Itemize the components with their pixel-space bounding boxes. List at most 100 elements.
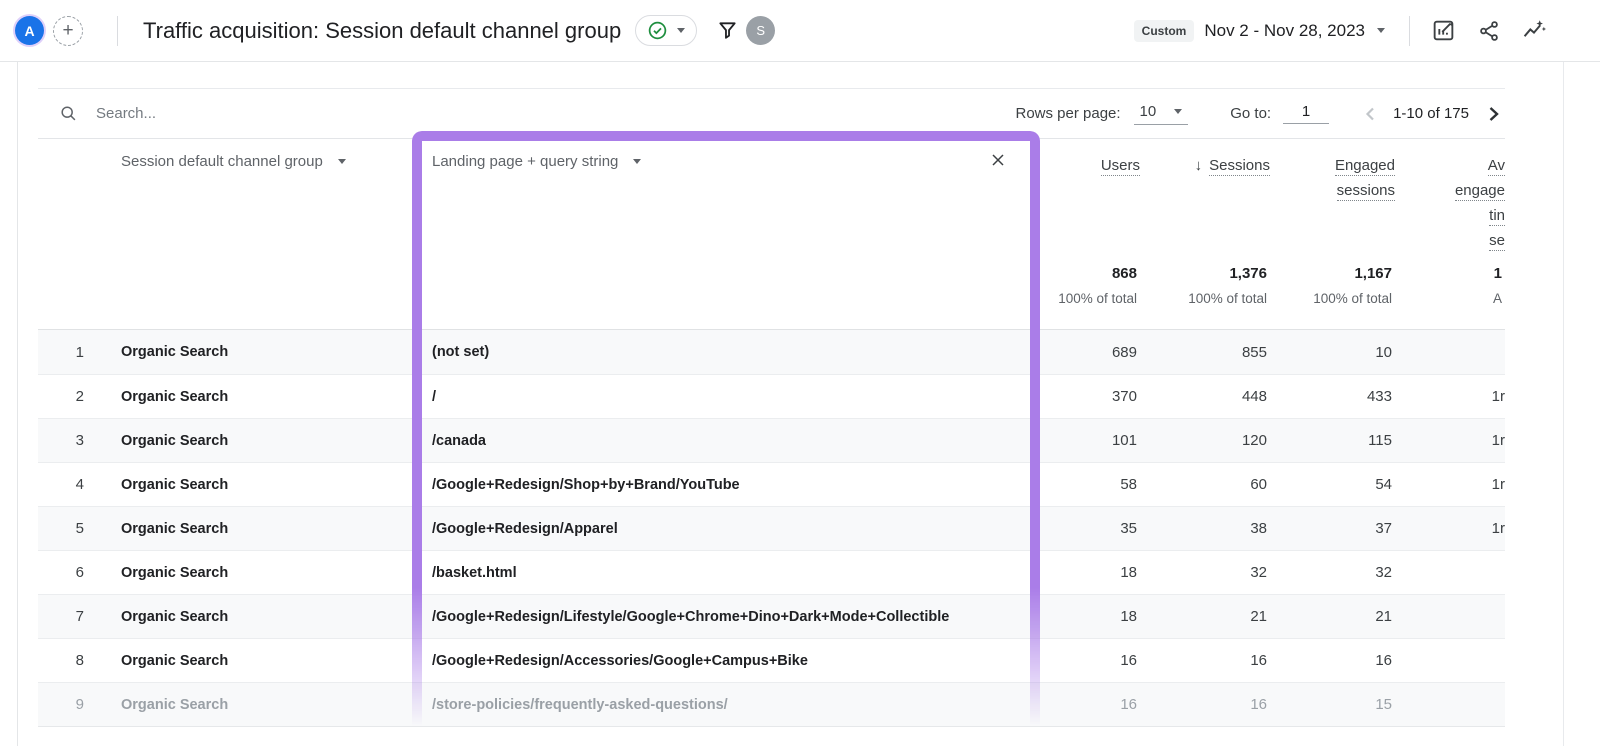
date-range-selector[interactable]: Nov 2 - Nov 28, 2023	[1204, 21, 1385, 41]
table-row: 5 Organic Search /Google+Redesign/Appare…	[38, 506, 1505, 550]
cell-users: 16	[1120, 652, 1137, 669]
row-number: 1	[75, 343, 84, 361]
row-number: 3	[75, 432, 84, 449]
chevron-right-icon	[1489, 106, 1499, 121]
avatar[interactable]: A	[15, 16, 44, 45]
rows-per-page-select[interactable]: 10	[1133, 102, 1189, 125]
column-header-avg-engagement-time-cutoff[interactable]: Av engage tin se	[1395, 153, 1505, 253]
ga4-report-page: A + Traffic acquisition: Session default…	[0, 0, 1600, 746]
table-row: 2 Organic Search / 370 448 433 1r	[38, 374, 1505, 418]
row-number: 6	[75, 564, 84, 581]
cell-channel-group: Organic Search	[121, 608, 229, 625]
cell-users: 18	[1120, 608, 1137, 625]
cell-channel-group: Organic Search	[121, 476, 229, 493]
row-number: 4	[75, 476, 84, 493]
column-header-landing-page[interactable]: Landing page + query string	[432, 153, 642, 170]
cell-users: 101	[1111, 432, 1137, 449]
remove-column-button[interactable]	[990, 152, 1006, 171]
share-icon	[1480, 20, 1498, 41]
segment-chip[interactable]: S	[746, 16, 776, 45]
card-right-border	[1563, 62, 1564, 746]
cell-landing-page: /Google+Redesign/Shop+by+Brand/YouTube	[432, 476, 740, 493]
close-icon	[992, 154, 1004, 166]
column-header-sessions[interactable]: ↓ Sessions	[1080, 153, 1270, 178]
row-number: 2	[75, 388, 84, 405]
cell-engaged: 15	[1375, 696, 1392, 713]
sort-descending-icon: ↓	[1194, 157, 1203, 174]
cell-landing-page: /store-policies/frequently-asked-questio…	[432, 696, 728, 713]
cell-channel-group: Organic Search	[121, 432, 229, 449]
goto-label: Go to:	[1230, 105, 1272, 122]
cell-users: 370	[1111, 388, 1137, 405]
table-toolbar: Rows per page: 10 Go to: 1-10 of 175	[38, 88, 1505, 139]
row-number: 9	[75, 696, 84, 713]
cell-avg-engagement-cutoff: 1r	[1491, 520, 1505, 537]
cell-landing-page: /	[432, 388, 437, 405]
filter-icon	[719, 22, 736, 39]
caret-down-icon	[337, 159, 346, 164]
cell-landing-page: /Google+Redesign/Apparel	[432, 520, 618, 537]
cell-channel-group: Organic Search	[121, 696, 229, 713]
caret-down-icon	[677, 28, 686, 33]
column-header-channel-group[interactable]: Session default channel group	[121, 153, 346, 170]
cell-engaged: 37	[1375, 520, 1392, 537]
table-row: 3 Organic Search /canada 101 120 115 1r	[38, 418, 1505, 462]
insights-button[interactable]	[1522, 18, 1547, 43]
caret-down-icon	[633, 159, 642, 164]
avatar-letter: A	[24, 22, 35, 39]
cell-avg-engagement-cutoff: 1r	[1491, 388, 1505, 405]
cell-avg-engagement-cutoff: 1r	[1491, 476, 1505, 493]
row-number: 8	[75, 652, 84, 669]
check-circle-icon	[647, 20, 668, 41]
cell-channel-group: Organic Search	[121, 520, 229, 537]
app-header: A + Traffic acquisition: Session default…	[0, 0, 1600, 62]
cell-users: 16	[1120, 696, 1137, 713]
previous-page-button[interactable]	[1359, 102, 1383, 126]
divider	[1409, 15, 1410, 46]
table-row: 6 Organic Search /basket.html 18 32 32	[38, 550, 1505, 594]
cell-users: 689	[1111, 343, 1137, 361]
card-left-border	[17, 62, 18, 746]
cell-sessions: 448	[1241, 388, 1267, 405]
share-button[interactable]	[1477, 19, 1501, 43]
table-header: Session default channel group Landing pa…	[38, 139, 1505, 329]
rows-per-page-value: 10	[1139, 102, 1157, 120]
table-body: 1 Organic Search (not set) 689 855 10 2 …	[38, 329, 1505, 727]
totals-users: 868 100% of total	[1058, 265, 1137, 306]
cell-engaged: 21	[1375, 608, 1392, 625]
report-validity-button[interactable]	[635, 15, 698, 46]
customize-report-icon	[1433, 20, 1454, 41]
cell-landing-page: /Google+Redesign/Lifestyle/Google+Chrome…	[432, 608, 950, 625]
date-range-label: Nov 2 - Nov 28, 2023	[1204, 20, 1365, 40]
table-row: 9 Organic Search /store-policies/frequen…	[38, 682, 1505, 726]
totals-avg-engagement-cutoff: 1 A	[1492, 265, 1502, 306]
cell-landing-page: (not set)	[432, 344, 490, 360]
table-row: 4 Organic Search /Google+Redesign/Shop+b…	[38, 462, 1505, 506]
search-input[interactable]	[96, 105, 416, 122]
cell-users: 58	[1120, 476, 1137, 493]
cell-landing-page: /canada	[432, 432, 486, 449]
segment-letter: S	[756, 23, 766, 38]
page-range-label: 1-10 of 175	[1393, 105, 1469, 122]
cell-sessions: 38	[1250, 520, 1267, 537]
column-header-engaged-sessions[interactable]: Engaged sessions	[1270, 153, 1395, 203]
cell-channel-group: Organic Search	[121, 564, 229, 581]
customize-report-button[interactable]	[1431, 18, 1456, 43]
add-comparison-button[interactable]: +	[53, 15, 83, 46]
cell-sessions: 16	[1250, 652, 1267, 669]
cell-users: 18	[1120, 564, 1137, 581]
divider	[117, 15, 118, 46]
row-number: 5	[75, 520, 84, 537]
goto-page-input[interactable]	[1283, 103, 1330, 124]
date-preset-badge: Custom	[1133, 19, 1195, 42]
cell-sessions: 21	[1250, 608, 1267, 625]
page-title: Traffic acquisition: Session default cha…	[143, 17, 622, 43]
row-number: 7	[75, 608, 84, 625]
cell-engaged: 115	[1368, 432, 1392, 449]
caret-down-icon	[1377, 28, 1385, 33]
filter-button[interactable]	[716, 19, 739, 42]
next-page-button[interactable]	[1481, 102, 1505, 126]
cell-sessions: 855	[1241, 343, 1267, 361]
cell-sessions: 32	[1250, 564, 1267, 581]
cell-engaged: 10	[1375, 343, 1392, 361]
